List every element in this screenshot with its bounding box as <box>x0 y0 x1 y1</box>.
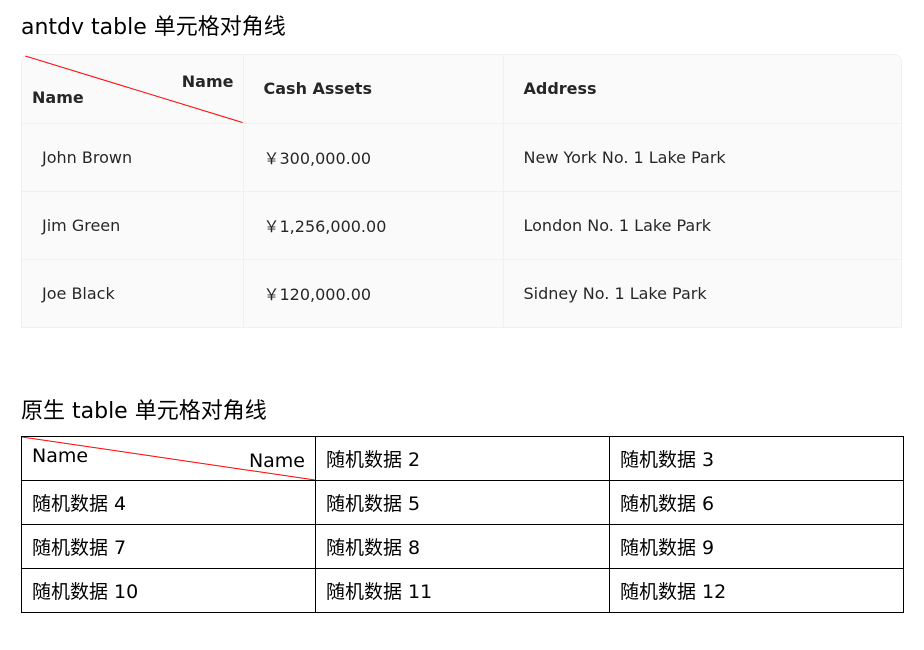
native-cell: 随机数据 3 <box>609 436 904 481</box>
antdv-header-row: Name Name Cash Assets Address <box>22 55 901 124</box>
cell-name: Jim Green <box>22 191 244 260</box>
table-row: John Brown ￥300,000.00 New York No. 1 La… <box>22 123 901 192</box>
cell-money: ￥300,000.00 <box>243 123 504 192</box>
native-cell: 随机数据 6 <box>609 480 904 525</box>
cell-name: Joe Black <box>22 259 244 327</box>
native-cell: 随机数据 8 <box>315 524 610 569</box>
native-cell: 随机数据 2 <box>315 436 610 481</box>
antdv-table-container: Name Name Cash Assets Address John Brown… <box>21 54 902 328</box>
native-cell: 随机数据 9 <box>609 524 904 569</box>
column-header-cash-assets: Cash Assets <box>243 55 504 124</box>
native-diagonal-top-label: Name <box>32 445 89 467</box>
native-table-row: Name Name 随机数据 2 随机数据 3 <box>21 436 904 481</box>
cell-address: New York No. 1 Lake Park <box>503 123 901 192</box>
antdv-diagonal-header-cell: Name Name <box>22 55 244 124</box>
cell-money: ￥1,256,000.00 <box>243 191 504 260</box>
native-cell: 随机数据 10 <box>21 568 316 613</box>
native-cell: 随机数据 7 <box>21 524 316 569</box>
cell-address: Sidney No. 1 Lake Park <box>503 259 901 327</box>
cell-name: John Brown <box>22 123 244 192</box>
antdv-section-title: antdv table 单元格对角线 <box>21 15 286 40</box>
column-header-address: Address <box>503 55 901 124</box>
native-cell: 随机数据 5 <box>315 480 610 525</box>
native-table-row: 随机数据 10 随机数据 11 随机数据 12 <box>21 568 904 613</box>
table-row: Jim Green ￥1,256,000.00 London No. 1 Lak… <box>22 191 901 260</box>
native-cell: 随机数据 12 <box>609 568 904 613</box>
native-table-row: 随机数据 7 随机数据 8 随机数据 9 <box>21 524 904 569</box>
native-cell: 随机数据 11 <box>315 568 610 613</box>
diagonal-header-top-label: Name <box>181 72 234 91</box>
antdv-table: Name Name Cash Assets Address John Brown… <box>22 55 901 327</box>
cell-address: London No. 1 Lake Park <box>503 191 901 260</box>
native-section-title: 原生 table 单元格对角线 <box>21 399 267 424</box>
native-table: Name Name 随机数据 2 随机数据 3 随机数据 4 随机数据 5 随机… <box>21 436 904 613</box>
native-cell: 随机数据 4 <box>21 480 316 525</box>
table-row: Joe Black ￥120,000.00 Sidney No. 1 Lake … <box>22 259 901 327</box>
diagonal-header-bottom-label: Name <box>32 88 84 107</box>
native-table-row: 随机数据 4 随机数据 5 随机数据 6 <box>21 480 904 525</box>
cell-money: ￥120,000.00 <box>243 259 504 327</box>
native-diagonal-cell: Name Name <box>21 436 316 481</box>
native-diagonal-bottom-label: Name <box>248 450 305 472</box>
